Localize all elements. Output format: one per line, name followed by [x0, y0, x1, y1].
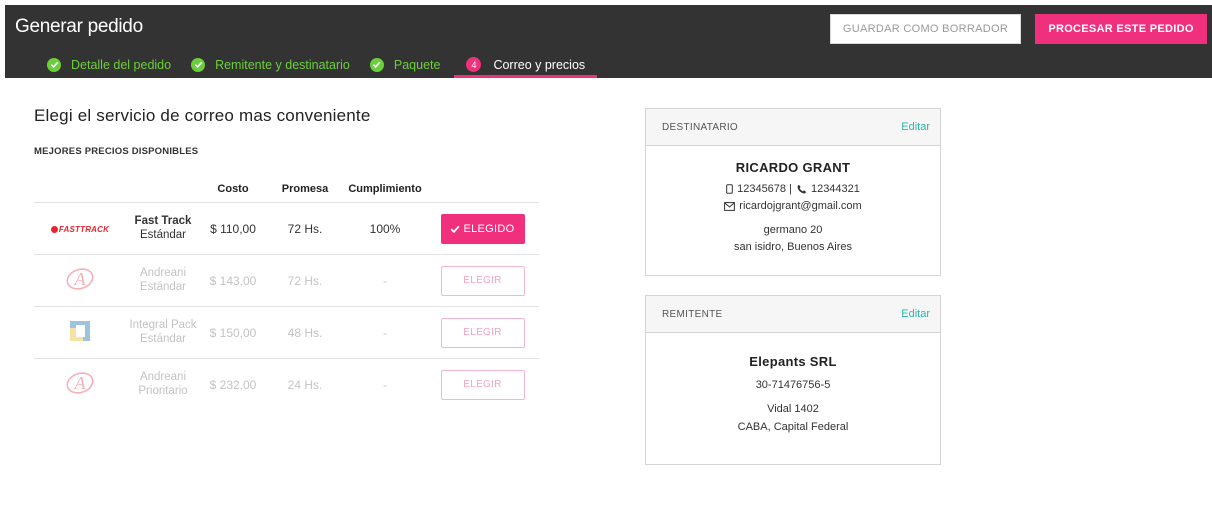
table-row: A Andreani Estándar $ 143,00 72 Hs. - EL…	[34, 254, 539, 307]
carrier-tier: Estándar	[139, 333, 187, 345]
check-icon	[369, 57, 384, 72]
promise-cell: 24 Hs.	[266, 358, 344, 410]
table-row: Integral Pack Estándar $ 150,00 48 Hs. -…	[34, 306, 539, 359]
section-title: Elegi el servicio de correo mas convenie…	[34, 106, 371, 125]
andreani-logo: A	[34, 358, 126, 410]
recipient-card: DESTINATARIO Editar RICARDO GRANT 123456…	[645, 108, 941, 276]
fasttrack-arrow-icon	[50, 225, 58, 233]
sender-name: Elepants SRL	[749, 354, 837, 369]
card-body: Elepants SRL 30-71476756-5 Vidal 1402 CA…	[646, 354, 940, 433]
table-row: A Andreani Prioritario $ 232,00 24 Hs. -…	[34, 358, 539, 410]
sender-address-line1: Vidal 1402	[767, 403, 819, 415]
table-row: FASTTRACK Fast Track Estándar $ 110,00 7…	[34, 202, 539, 255]
step-number-badge: 4	[466, 57, 482, 72]
carrier-tier: Prioritario	[138, 385, 188, 397]
process-order-button[interactable]: PROCESAR ESTE PEDIDO	[1035, 14, 1207, 44]
choose-button[interactable]: ELEGIR	[440, 317, 525, 348]
card-body: RICARDO GRANT 12345678 | 12344321 ricard…	[646, 160, 940, 253]
cost-cell: $ 232,00	[200, 358, 266, 410]
card-label: REMITENTE	[662, 308, 723, 320]
envelope-icon	[724, 201, 736, 211]
carrier-rates-table: Costo Promesa Cumplimiento FASTTRACK Fas…	[34, 176, 539, 410]
recipient-address-line1: germano 20	[763, 224, 823, 236]
sender-card: REMITENTE Editar Elepants SRL 30-7147675…	[645, 295, 941, 465]
card-header: REMITENTE Editar	[646, 296, 940, 333]
cost-cell: $ 110,00	[200, 202, 266, 255]
sender-address-line2: CABA, Capital Federal	[737, 421, 849, 433]
tab-label: Detalle del pedido	[71, 57, 172, 72]
edit-recipient-link[interactable]: Editar	[901, 121, 930, 133]
card-header: DESTINATARIO Editar	[646, 109, 940, 146]
tab-sender-recipient[interactable]: Remitente y destinatario	[191, 51, 350, 78]
cost-cell: $ 150,00	[200, 306, 266, 359]
carrier-name: Andreani	[139, 267, 187, 279]
recipient-name: RICARDO GRANT	[735, 160, 851, 175]
promise-cell: 72 Hs.	[266, 202, 344, 255]
tab-label: Correo y precios	[493, 57, 586, 72]
section-subtitle: MEJORES PRECIOS DISPONIBLES	[34, 146, 199, 157]
top-header: Generar pedido GUARDAR COMO BORRADOR PRO…	[5, 5, 1212, 78]
fulfillment-cell: -	[344, 358, 426, 410]
recipient-email: ricardojgrant@gmail.com	[646, 200, 940, 212]
check-icon	[47, 57, 61, 72]
fasttrack-logo: FASTTRACK	[34, 202, 126, 255]
cost-cell: $ 143,00	[200, 254, 266, 307]
integral-pack-logo	[34, 306, 126, 359]
carrier-name: Andreani	[139, 371, 187, 383]
choose-button[interactable]: ELEGIR	[440, 369, 525, 400]
column-header-promise: Promesa	[281, 183, 329, 195]
promise-cell: 72 Hs.	[266, 254, 344, 307]
card-label: DESTINATARIO	[662, 121, 739, 133]
carrier-tier: Estándar	[139, 229, 187, 241]
table-header-row: Costo Promesa Cumplimiento	[34, 176, 539, 203]
column-header-fulfillment: Cumplimiento	[348, 183, 422, 195]
svg-text:A: A	[74, 373, 87, 393]
andreani-logo: A	[34, 254, 126, 307]
carrier-name: Integral Pack	[129, 319, 197, 331]
tab-package[interactable]: Paquete	[369, 51, 441, 78]
tab-mail-prices[interactable]: 4 Correo y precios	[454, 51, 597, 78]
promise-cell: 48 Hs.	[266, 306, 344, 359]
chosen-button[interactable]: ELEGIDO	[440, 213, 525, 244]
step-tabs: Detalle del pedido Remitente y destinata…	[5, 51, 617, 78]
choose-button[interactable]: ELEGIR	[440, 265, 525, 296]
page-title: Generar pedido	[15, 16, 143, 37]
recipient-phones: 12345678 | 12344321	[646, 183, 940, 195]
mobile-phone-icon	[726, 184, 733, 194]
phone-icon	[797, 184, 807, 194]
check-icon	[451, 225, 460, 233]
save-draft-button[interactable]: GUARDAR COMO BORRADOR	[830, 14, 1021, 44]
svg-text:A: A	[74, 269, 87, 289]
fulfillment-cell: -	[344, 254, 426, 307]
tab-order-detail[interactable]: Detalle del pedido	[47, 51, 171, 78]
recipient-address-line2: san isidro, Buenos Aires	[733, 241, 852, 253]
sender-tax-id: 30-71476756-5	[755, 379, 831, 391]
edit-sender-link[interactable]: Editar	[901, 308, 930, 320]
fulfillment-cell: -	[344, 306, 426, 359]
fulfillment-cell: 100%	[344, 202, 426, 255]
carrier-tier: Estándar	[139, 281, 187, 293]
carrier-name: Fast Track	[134, 215, 192, 227]
tab-label: Remitente y destinatario	[215, 57, 350, 72]
tab-label: Paquete	[393, 57, 441, 72]
check-icon	[191, 57, 206, 72]
column-header-cost: Costo	[217, 183, 249, 195]
